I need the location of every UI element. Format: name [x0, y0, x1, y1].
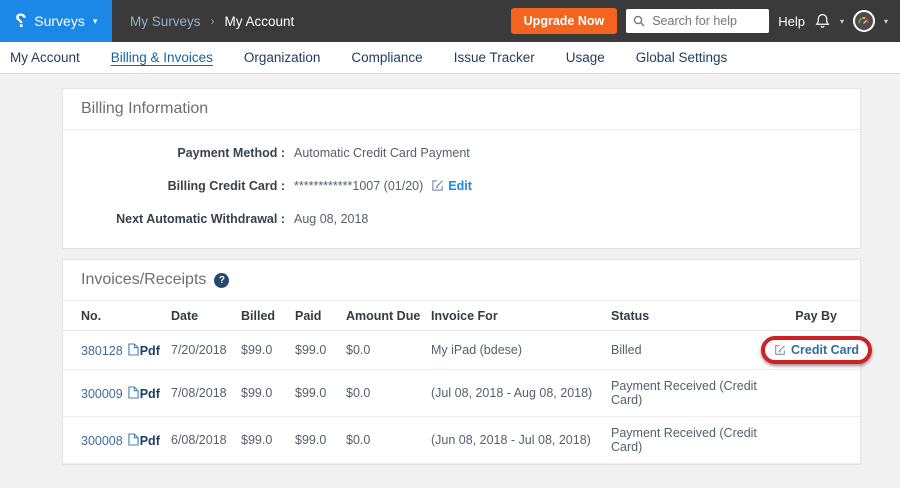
column-header-date: Date: [171, 301, 241, 331]
account-tabs: My Account Billing & Invoices Organization…: [0, 42, 900, 74]
chevron-down-icon: ▾: [884, 17, 888, 26]
invoices-title: Invoices/Receipts ?: [63, 260, 860, 301]
invoice-date: 7/20/2018: [171, 331, 241, 370]
main-content: Billing Information Payment Method : Aut…: [0, 74, 900, 465]
column-header-invoice-for: Invoice For: [431, 301, 611, 331]
help-search-input[interactable]: [650, 13, 762, 29]
invoice-amount-due: $0.0: [346, 370, 431, 417]
invoice-status: Payment Received (Credit Card): [611, 417, 761, 464]
field-value: ************1007 (01/20) Edit: [294, 179, 472, 193]
upgrade-now-button[interactable]: Upgrade Now: [511, 8, 618, 34]
pdf-file-icon: [128, 435, 139, 449]
invoices-table-body: 380128 Pdf 7/20/2018 $99.0 $99.0 $0.0 My …: [63, 331, 860, 464]
field-label: Payment Method :: [63, 146, 285, 160]
search-icon: [633, 15, 645, 27]
product-switcher[interactable]: ? Surveys ▾: [0, 0, 112, 42]
tab-compliance[interactable]: Compliance: [351, 50, 422, 65]
invoice-status: Billed: [611, 331, 761, 370]
invoice-for: My iPad (bdese): [431, 331, 611, 370]
column-header-pay-by: Pay By: [761, 301, 860, 331]
invoice-amount-due: $0.0: [346, 417, 431, 464]
notifications-bell-icon[interactable]: [814, 12, 831, 30]
invoice-number-link[interactable]: 300009: [81, 387, 123, 401]
column-header-no: No.: [63, 301, 171, 331]
billing-field-row: Billing Credit Card : ************1007 (…: [63, 178, 860, 193]
invoice-table-row: 300008 Pdf 6/08/2018 $99.0 $99.0 $0.0 (Ju…: [63, 417, 860, 464]
billing-information-card: Billing Information Payment Method : Aut…: [62, 88, 861, 249]
invoice-billed: $99.0: [241, 331, 295, 370]
questionpro-logo-icon: ?: [15, 12, 27, 31]
invoice-date: 6/08/2018: [171, 417, 241, 464]
billing-information-title: Billing Information: [63, 89, 860, 130]
pdf-file-icon: [128, 345, 139, 359]
edit-pencil-icon: [774, 344, 786, 356]
chevron-down-icon: ▾: [93, 17, 98, 26]
column-header-billed: Billed: [241, 301, 295, 331]
breadcrumb-my-surveys[interactable]: My Surveys: [130, 14, 201, 29]
invoice-number-link[interactable]: 300008: [81, 434, 123, 448]
invoice-for: (Jul 08, 2018 - Aug 08, 2018): [431, 370, 611, 417]
tab-usage[interactable]: Usage: [566, 50, 605, 65]
help-link[interactable]: Help: [778, 14, 805, 29]
invoice-number-link[interactable]: 380128: [81, 344, 123, 358]
invoice-date: 7/08/2018: [171, 370, 241, 417]
tab-organization[interactable]: Organization: [244, 50, 321, 65]
tab-billing-invoices[interactable]: Billing & Invoices: [111, 50, 213, 65]
pay-by-credit-card-link[interactable]: Credit Card: [791, 343, 859, 357]
invoice-table-row: 300009 Pdf 7/08/2018 $99.0 $99.0 $0.0 (Ju…: [63, 370, 860, 417]
pdf-link[interactable]: Pdf: [140, 387, 160, 401]
tab-my-account[interactable]: My Account: [10, 50, 80, 65]
invoices-card: Invoices/Receipts ? No.DateBilledPaidAmo…: [62, 259, 861, 465]
invoice-paid: $99.0: [295, 331, 346, 370]
billing-fields: Payment Method : Automatic Credit Card P…: [63, 130, 860, 248]
table-header-row: No.DateBilledPaidAmount DueInvoice ForSt…: [63, 301, 860, 331]
breadcrumb-separator-icon: ›: [211, 14, 215, 28]
invoice-amount-due: $0.0: [346, 331, 431, 370]
invoices-title-text: Invoices/Receipts: [81, 271, 206, 289]
field-value: Automatic Credit Card Payment: [294, 146, 470, 160]
invoice-for: (Jun 08, 2018 - Jul 08, 2018): [431, 417, 611, 464]
column-header-status: Status: [611, 301, 761, 331]
tab-global-settings[interactable]: Global Settings: [636, 50, 728, 65]
user-avatar[interactable]: [853, 10, 875, 32]
pdf-link[interactable]: Pdf: [140, 434, 160, 448]
invoice-paid: $99.0: [295, 417, 346, 464]
billing-field-row: Next Automatic Withdrawal : Aug 08, 2018: [63, 211, 860, 226]
invoice-billed: $99.0: [241, 370, 295, 417]
pdf-link[interactable]: Pdf: [140, 344, 160, 358]
edit-pencil-icon: [431, 179, 444, 192]
column-header-paid: Paid: [295, 301, 346, 331]
gauge-icon: [857, 15, 870, 28]
field-value: Aug 08, 2018: [294, 212, 368, 226]
invoice-status: Payment Received (Credit Card): [611, 370, 761, 417]
breadcrumb-current-page: My Account: [225, 14, 295, 29]
billing-field-row: Payment Method : Automatic Credit Card P…: [63, 145, 860, 160]
tab-issue-tracker[interactable]: Issue Tracker: [454, 50, 535, 65]
invoice-table-row: 380128 Pdf 7/20/2018 $99.0 $99.0 $0.0 My …: [63, 331, 860, 370]
chevron-down-icon: ▾: [840, 17, 844, 26]
help-search-box: [626, 9, 769, 33]
breadcrumb: My Surveys › My Account: [130, 14, 294, 29]
pdf-file-icon: [128, 388, 139, 402]
invoice-paid: $99.0: [295, 370, 346, 417]
pay-by-highlight: Credit Card: [761, 336, 872, 364]
product-label: Surveys: [34, 13, 85, 29]
invoices-table: No.DateBilledPaidAmount DueInvoice ForSt…: [63, 301, 860, 464]
invoice-billed: $99.0: [241, 417, 295, 464]
field-label: Billing Credit Card :: [63, 179, 285, 193]
column-header-amount-due: Amount Due: [346, 301, 431, 331]
topbar: ? Surveys ▾ My Surveys › My Account Upgr…: [0, 0, 900, 42]
field-label: Next Automatic Withdrawal :: [63, 212, 285, 226]
help-icon[interactable]: ?: [214, 273, 229, 288]
edit-credit-card-link[interactable]: Edit: [448, 179, 472, 193]
topbar-actions: Upgrade Now Help ▾ ▾: [511, 8, 900, 34]
